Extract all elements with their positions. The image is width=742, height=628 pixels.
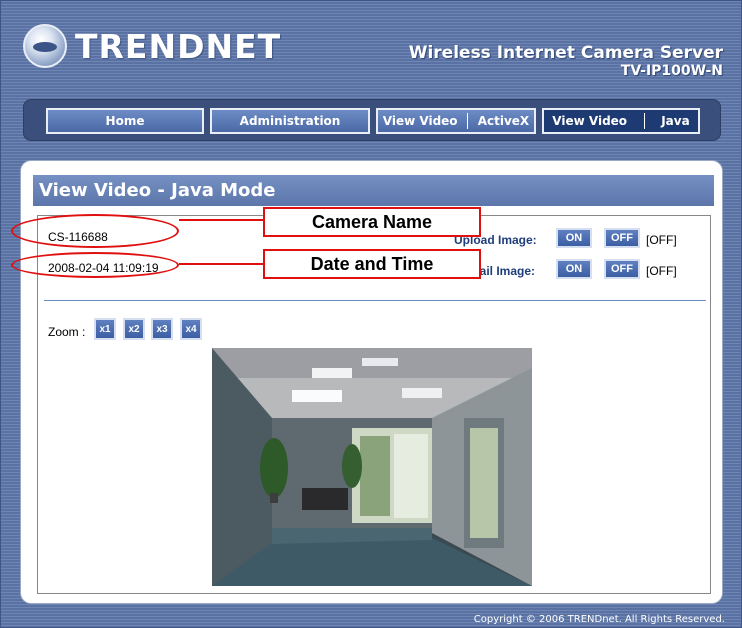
video-frame-image: [212, 348, 532, 586]
camera-name-pointer: [179, 219, 265, 221]
datetime-callout: Date and Time: [263, 249, 481, 279]
copyright-footer: Copyright © 2006 TRENDnet. All Rights Re…: [473, 614, 725, 625]
zoom-x4-button[interactable]: x4: [180, 318, 202, 340]
upload-image-on-button[interactable]: ON: [556, 228, 592, 248]
nav-separator: [467, 113, 469, 129]
nav-view-video-activex-button[interactable]: View Video ActiveX: [376, 108, 536, 134]
email-image-status: [OFF]: [646, 264, 677, 278]
nav-java-label: Java: [661, 114, 690, 128]
nav-view-video-java-button[interactable]: View Video Java: [542, 108, 700, 134]
nav-home-button[interactable]: Home: [46, 108, 204, 134]
nav-activex-label: ActiveX: [477, 114, 530, 128]
logo-globe-icon: [23, 24, 67, 68]
nav-separator: [643, 113, 645, 129]
product-info: Wireless Internet Camera Server TV-IP100…: [409, 43, 723, 79]
section-divider: [44, 300, 706, 301]
product-title: Wireless Internet Camera Server: [408, 43, 723, 63]
live-video-feed[interactable]: [212, 348, 532, 586]
camera-name-highlight: [11, 214, 179, 248]
upload-image-off-button[interactable]: OFF: [604, 228, 640, 248]
product-model: TV-IP100W-N: [620, 63, 723, 79]
brand-name: TRENDNET: [75, 26, 282, 66]
camera-name-callout: Camera Name: [263, 207, 481, 237]
zoom-label: Zoom :: [48, 325, 86, 339]
zoom-x3-button[interactable]: x3: [151, 318, 173, 340]
nav-view-video-label: View Video: [552, 114, 628, 128]
page-title: View Video - Java Mode: [33, 175, 714, 206]
datetime-highlight: [11, 252, 179, 278]
nav-administration-button[interactable]: Administration: [210, 108, 370, 134]
zoom-x2-button[interactable]: x2: [123, 318, 145, 340]
email-image-on-button[interactable]: ON: [556, 259, 592, 279]
nav-bar: Home Administration View Video ActiveX V…: [23, 99, 721, 141]
trendnet-logo: TRENDNET: [23, 21, 281, 71]
page-frame: TRENDNET Wireless Internet Camera Server…: [0, 0, 742, 628]
main-panel: View Video - Java Mode CS-116688 2008-02…: [11, 161, 722, 603]
email-image-off-button[interactable]: OFF: [604, 259, 640, 279]
datetime-pointer: [179, 263, 265, 265]
upload-image-status: [OFF]: [646, 233, 677, 247]
nav-view-video-label: View Video: [382, 114, 458, 128]
zoom-x1-button[interactable]: x1: [94, 318, 116, 340]
